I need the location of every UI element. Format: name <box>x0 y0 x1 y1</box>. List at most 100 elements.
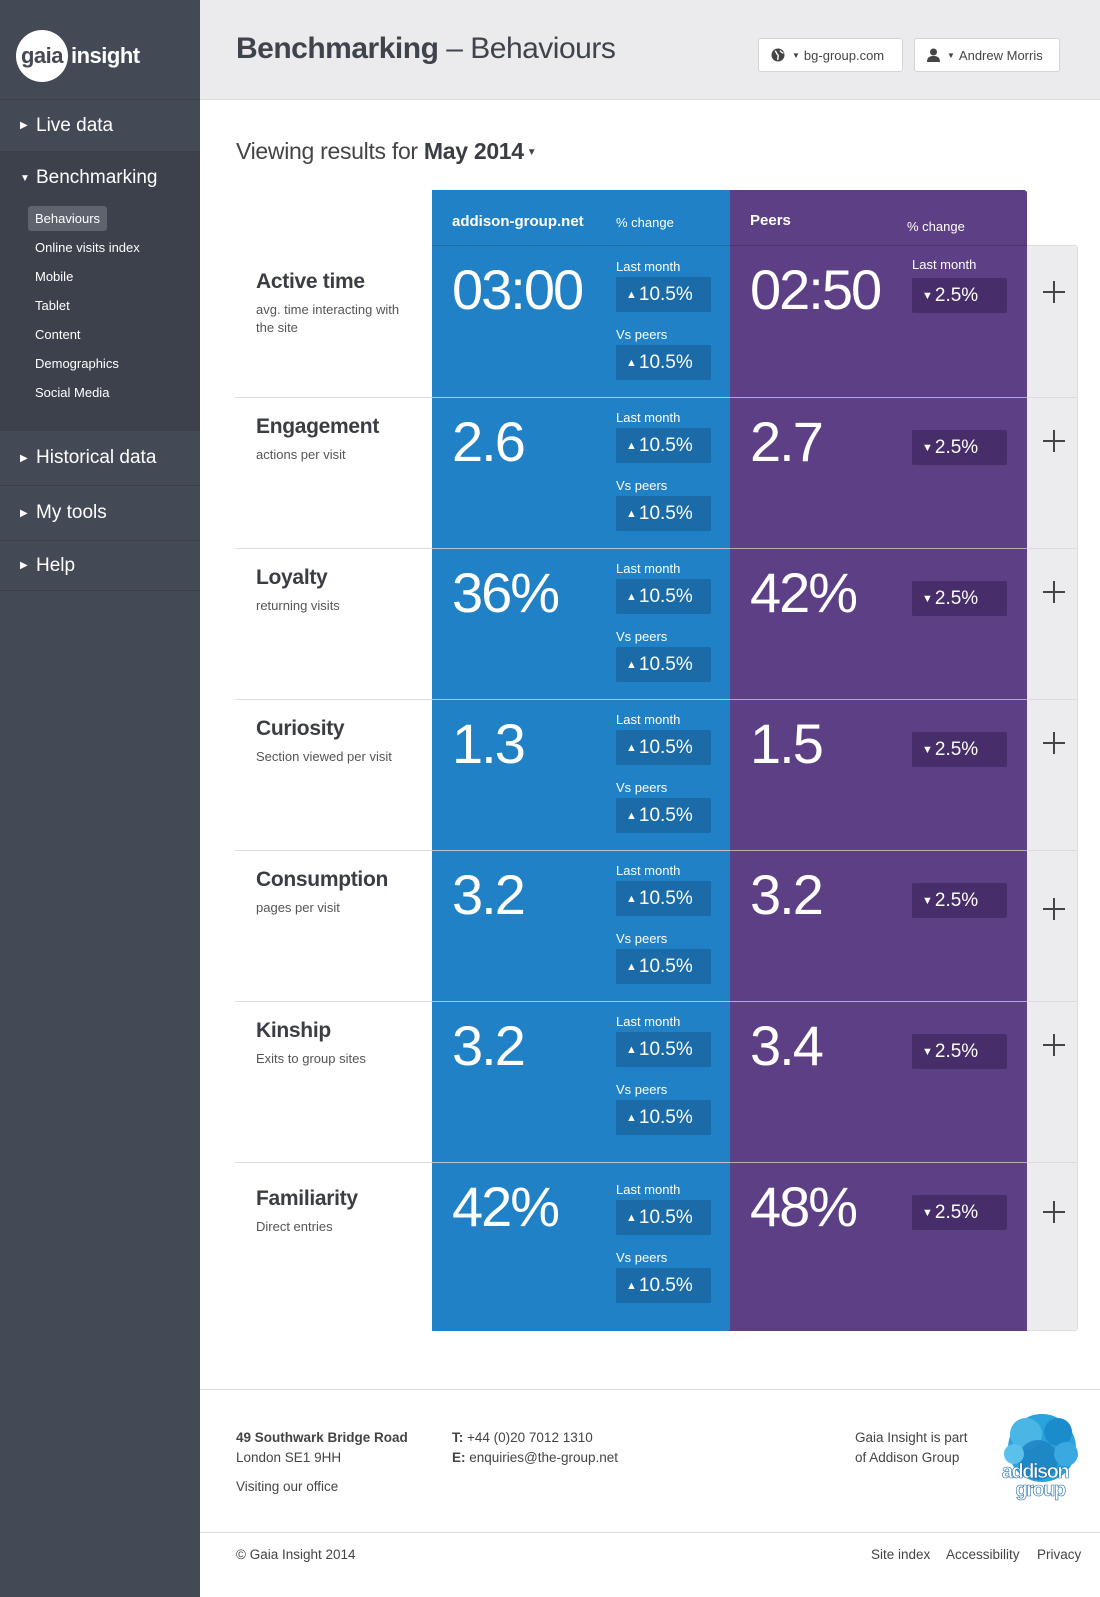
change-value: 10.5% <box>638 283 693 305</box>
metric-name: Familiarity <box>256 1187 358 1210</box>
site-index-link[interactable]: Site index <box>871 1545 930 1565</box>
own-value: 2.6 <box>452 410 526 473</box>
addison-group-logo[interactable]: addison group <box>990 1412 1080 1502</box>
peers-change-header: % change <box>907 219 965 234</box>
last-month-change: ▲ 10.5% <box>616 1200 711 1235</box>
peer-value: 42% <box>750 561 858 624</box>
logo-area: gaia insight <box>0 0 200 100</box>
expand-row-plus-icon[interactable] <box>1043 281 1065 303</box>
globe-icon <box>771 48 785 62</box>
change-value: 10.5% <box>638 1038 693 1060</box>
row-divider <box>235 699 1078 700</box>
vs-peers-change: ▲ 10.5% <box>616 1100 711 1135</box>
row-divider-purple <box>730 548 1027 549</box>
subnav-item-social-media[interactable]: Social Media <box>28 380 116 405</box>
vs-peers-change: ▲ 10.5% <box>616 1268 711 1303</box>
own-site-column-header: addison-group.net <box>452 213 584 230</box>
triangle-down-icon: ▼ <box>922 1206 933 1219</box>
change-value: 2.5% <box>934 1201 979 1223</box>
footer-bottom-divider <box>200 1532 1100 1533</box>
addison-logo-line2: group <box>1015 1479 1065 1501</box>
subnav-item-online-visits-index[interactable]: Online visits index <box>28 235 147 260</box>
sidebar: gaia insight ▶ Live data ▼ Benchmarking … <box>0 0 200 1597</box>
gaia-insight-logo[interactable]: gaia insight <box>16 30 200 82</box>
own-change-header: % change <box>616 215 674 230</box>
triangle-up-icon: ▲ <box>626 1111 637 1124</box>
expand-row-plus-icon[interactable] <box>1043 581 1065 603</box>
triangle-right-icon: ▶ <box>20 507 28 519</box>
peer-value: 02:50 <box>750 258 882 321</box>
change-value: 10.5% <box>638 434 693 456</box>
change-value: 2.5% <box>934 587 979 609</box>
last-month-change: ▲ 10.5% <box>616 881 711 916</box>
subnav-item-content[interactable]: Content <box>28 322 88 347</box>
change-value: 10.5% <box>638 653 693 675</box>
row-divider-blue <box>432 699 730 700</box>
metric-description: avg. time interacting with the site <box>256 302 400 335</box>
own-value: 36% <box>452 561 560 624</box>
metric-description: Direct entries <box>256 1219 333 1234</box>
triangle-up-icon: ▲ <box>626 1043 637 1056</box>
subnav-item-behaviours[interactable]: Behaviours <box>28 206 108 231</box>
expand-row-plus-icon[interactable] <box>1043 732 1065 754</box>
chevron-down-icon[interactable]: ▼ <box>527 147 537 158</box>
row-divider-blue <box>432 548 730 549</box>
change-value: 2.5% <box>934 284 979 306</box>
nav-item-benchmarking[interactable]: ▼ Benchmarking <box>0 152 200 204</box>
subnav-item-tablet[interactable]: Tablet <box>28 293 77 318</box>
vs-peers-change: ▲ 10.5% <box>616 496 711 531</box>
privacy-link[interactable]: Privacy <box>1037 1545 1081 1565</box>
expand-row-plus-icon[interactable] <box>1043 430 1065 452</box>
change-value: 10.5% <box>638 887 693 909</box>
metric-description: pages per visit <box>256 900 340 915</box>
footer-address-line1: 49 Southwark Bridge Road <box>236 1430 408 1445</box>
triangle-up-icon: ▲ <box>626 892 637 905</box>
site-selector-label: bg-group.com <box>803 47 885 63</box>
row-divider-blue <box>432 850 730 851</box>
triangle-down-icon: ▼ <box>922 441 933 454</box>
last-month-label: Last month <box>616 863 681 878</box>
own-value: 3.2 <box>452 1014 526 1077</box>
change-value: 10.5% <box>638 736 693 758</box>
own-value: 03:00 <box>452 258 584 321</box>
row-divider <box>235 850 1078 851</box>
subnav-item-demographics[interactable]: Demographics <box>28 351 126 376</box>
month-dropdown[interactable]: May 2014 <box>424 138 524 164</box>
change-value: 10.5% <box>638 1206 693 1228</box>
triangle-up-icon: ▲ <box>626 356 637 369</box>
triangle-down-icon: ▼ <box>20 172 30 184</box>
peer-last-month-label: Last month <box>912 257 977 272</box>
nav-item-help[interactable]: ▶ Help <box>0 541 200 591</box>
last-month-label: Last month <box>616 259 681 274</box>
expand-row-plus-icon[interactable] <box>1043 1034 1065 1056</box>
email-link[interactable]: enquiries@the-group.net <box>466 1450 618 1465</box>
row-divider-blue <box>432 397 730 398</box>
subnav-item-mobile[interactable]: Mobile <box>28 264 80 289</box>
row-divider-blue <box>432 1001 730 1002</box>
peer-value: 3.4 <box>750 1014 824 1077</box>
visiting-office-link[interactable]: Visiting our office <box>236 1477 338 1497</box>
accessibility-link[interactable]: Accessibility <box>946 1545 1020 1565</box>
nav-item-my-tools[interactable]: ▶ My tools <box>0 486 200 541</box>
change-value: 2.5% <box>934 738 979 760</box>
expand-row-plus-icon[interactable] <box>1043 1201 1065 1223</box>
last-month-change: ▲ 10.5% <box>616 1032 711 1067</box>
nav-item-historical-data[interactable]: ▶ Historical data <box>0 431 200 486</box>
vs-peers-label: Vs peers <box>616 780 668 795</box>
row-divider-purple <box>730 397 1027 398</box>
triangle-up-icon: ▲ <box>626 1211 637 1224</box>
change-value: 10.5% <box>638 1106 693 1128</box>
triangle-up-icon: ▲ <box>626 1279 637 1292</box>
user-menu-button[interactable]: ▼ Andrew Morris <box>914 38 1060 72</box>
vs-peers-label: Vs peers <box>616 1082 668 1097</box>
metric-name: Engagement <box>256 415 380 438</box>
expand-row-plus-icon[interactable] <box>1043 898 1065 920</box>
last-month-change: ▲ 10.5% <box>616 428 711 463</box>
site-selector-button[interactable]: ▼ bg-group.com <box>758 38 903 72</box>
metric-name: Curiosity <box>256 717 345 740</box>
nav-label: Live data <box>36 114 114 136</box>
vs-peers-change: ▲ 10.5% <box>616 798 711 833</box>
nav-item-live-data[interactable]: ▶ Live data <box>0 100 200 152</box>
own-value: 42% <box>452 1175 560 1238</box>
phone-number: +44 (0)20 7012 1310 <box>463 1430 593 1445</box>
